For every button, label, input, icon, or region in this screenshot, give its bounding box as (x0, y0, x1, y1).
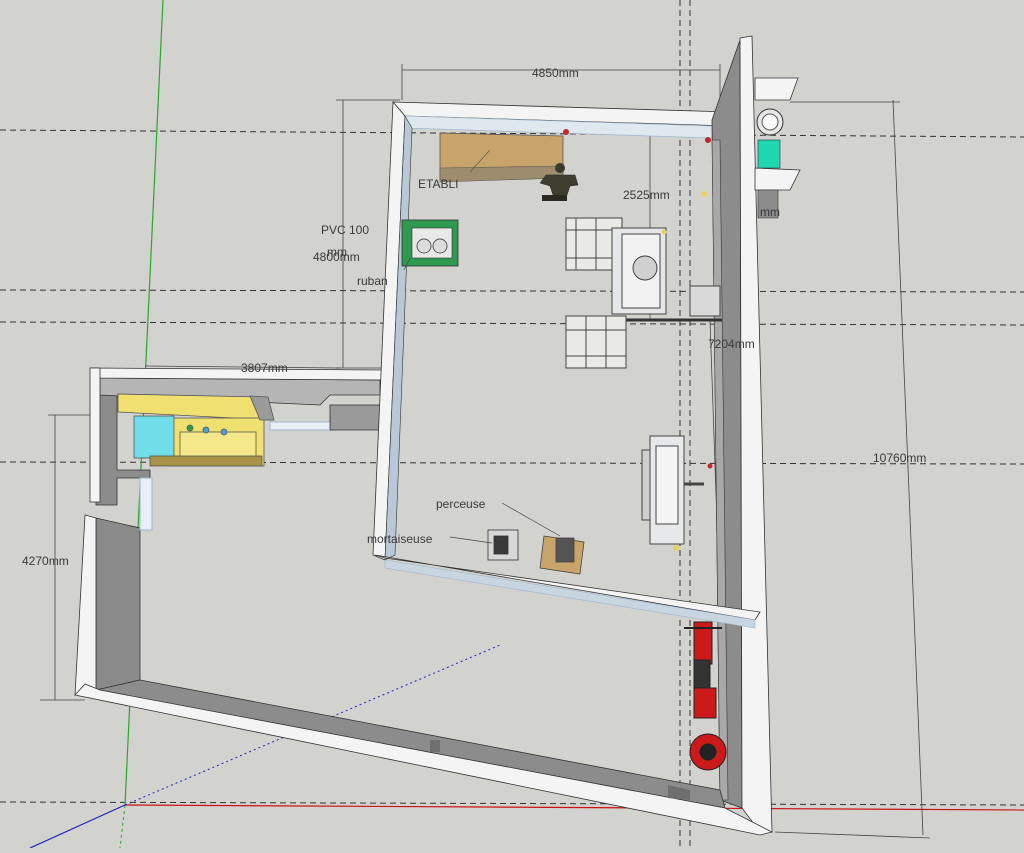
red-axis (124, 804, 1024, 811)
bandsaw-wheel-1 (416, 238, 432, 254)
bandsaw-wheel-2 (432, 238, 448, 254)
table-saw (641, 435, 704, 545)
cabinet-item-2 (202, 426, 210, 434)
annex-inner-wall (329, 404, 381, 431)
label-ruban: ruban (357, 274, 388, 288)
workshop-floorplan: 4850mm 2525mm 4800mm 3807mm 7204mm 10760… (0, 0, 1024, 849)
label-pvc-line1: PVC 100 (321, 223, 369, 237)
mortiser (487, 529, 519, 561)
drill-press (539, 535, 585, 575)
dim-partial: mm (760, 205, 780, 219)
tablesaw-top (655, 445, 679, 525)
label-pvc-line2: mm (327, 245, 347, 259)
dim-total-length: 10760mm (873, 451, 926, 465)
tank-shelf-top (754, 77, 799, 101)
tablesaw-fence (641, 449, 651, 521)
tank-body (757, 139, 781, 169)
cabinet-item-1 (186, 424, 194, 432)
dim-machine-spacing: 7204mm (708, 337, 755, 351)
green-axis-dashed (119, 804, 126, 849)
person-head (555, 163, 565, 173)
dim-top-width: 4850mm (532, 66, 579, 80)
machine-frame-bottom (565, 315, 627, 369)
blue-axis (29, 804, 126, 849)
moto-wheel-hub (699, 743, 717, 761)
cabinet-item-3 (220, 428, 228, 436)
annex-doorway (139, 477, 153, 531)
south-wall-notch (430, 740, 440, 752)
exterior-tank (754, 77, 801, 219)
annex-passage (269, 421, 336, 431)
annex-lower-left-wall-top (74, 514, 97, 696)
south-wall-top (74, 683, 774, 836)
dim-annex-depth: 4270mm (22, 554, 69, 568)
annex-lower-left-wall-face (95, 517, 141, 691)
label-etabli: ETABLI (418, 177, 458, 191)
sketchup-viewport[interactable]: 4850mm 2525mm 4800mm 3807mm 7204mm 10760… (0, 0, 1024, 849)
person-body (539, 174, 579, 199)
person-legs (542, 195, 567, 201)
annex-cabinet (117, 393, 275, 467)
moto-frame (693, 659, 711, 691)
moto-tank (693, 687, 717, 719)
dim-2525: 2525mm (623, 188, 670, 202)
mortiser-head (493, 535, 509, 555)
machine-blade (632, 255, 658, 281)
label-perceuse: perceuse (436, 497, 486, 511)
tank-top-inner (761, 113, 779, 131)
annex-wall-top (89, 367, 386, 381)
dim-annex-width: 3807mm (241, 361, 288, 375)
combination-machine (565, 217, 722, 369)
annex-left-wall-top (89, 367, 101, 503)
machine-box (689, 285, 721, 317)
south-wall-face (95, 679, 726, 809)
tank-shelf-bottom (754, 167, 801, 191)
drill-head (555, 537, 575, 563)
label-mortaiseuse: mortaiseuse (367, 532, 433, 546)
workbench (439, 132, 564, 183)
cabinet-cyan-box (133, 415, 175, 459)
bandsaw (401, 219, 459, 267)
cabinet-base (149, 455, 263, 467)
